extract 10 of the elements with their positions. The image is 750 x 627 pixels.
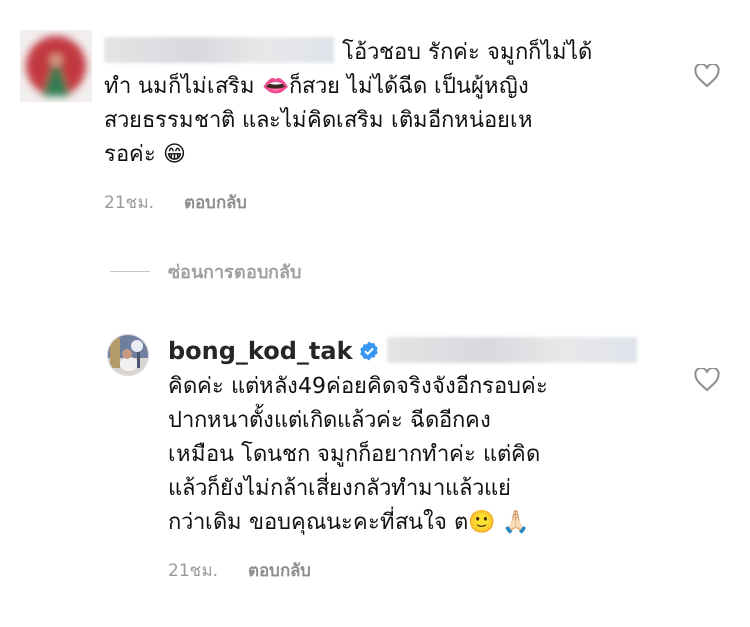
comment-time: 21ชม.: [168, 560, 218, 583]
comment-time: 21ชม.: [104, 192, 154, 215]
comment-text: โอ้วชอบ รักค่ะ จมูกก็ไม่ได้ ทำ นมก็ไม่เสริม 👄ก็สวย ไม่ได้ฉีด เป็นผู้หญิง สวยธรรมชาติ และไม่คิดเสริม เติมอีกหน่อยเห รอค่ะ 😁: [104, 40, 592, 167]
comment-text: คิดค่ะ แต่หลัง49ค่อยคิดจริงจังอีกรอบค่ะ ปากหนาตั้งแต่เกิดแล้วค่ะ ฉีดอีกคง เหมือน โดนชก จมูกก็อยากทำค่ะ แต่คิด แล้วก็ยังไม่กล้าเสี่ยงกลัวทำมาแล้วแย่ กว่าเดิม ขอบคุณนะคะที่สนใจ ต🙂 🙏🏻: [168, 374, 548, 535]
reply-link[interactable]: ตอบกลับ: [184, 188, 248, 215]
reply-link[interactable]: ตอบกลับ: [248, 556, 312, 583]
like-heart-icon[interactable]: [694, 368, 720, 392]
username[interactable]: bong_kod_tak: [168, 337, 353, 365]
hide-replies-button[interactable]: ซ่อนการตอบกลับ: [168, 257, 301, 286]
like-heart-icon[interactable]: [694, 64, 720, 88]
